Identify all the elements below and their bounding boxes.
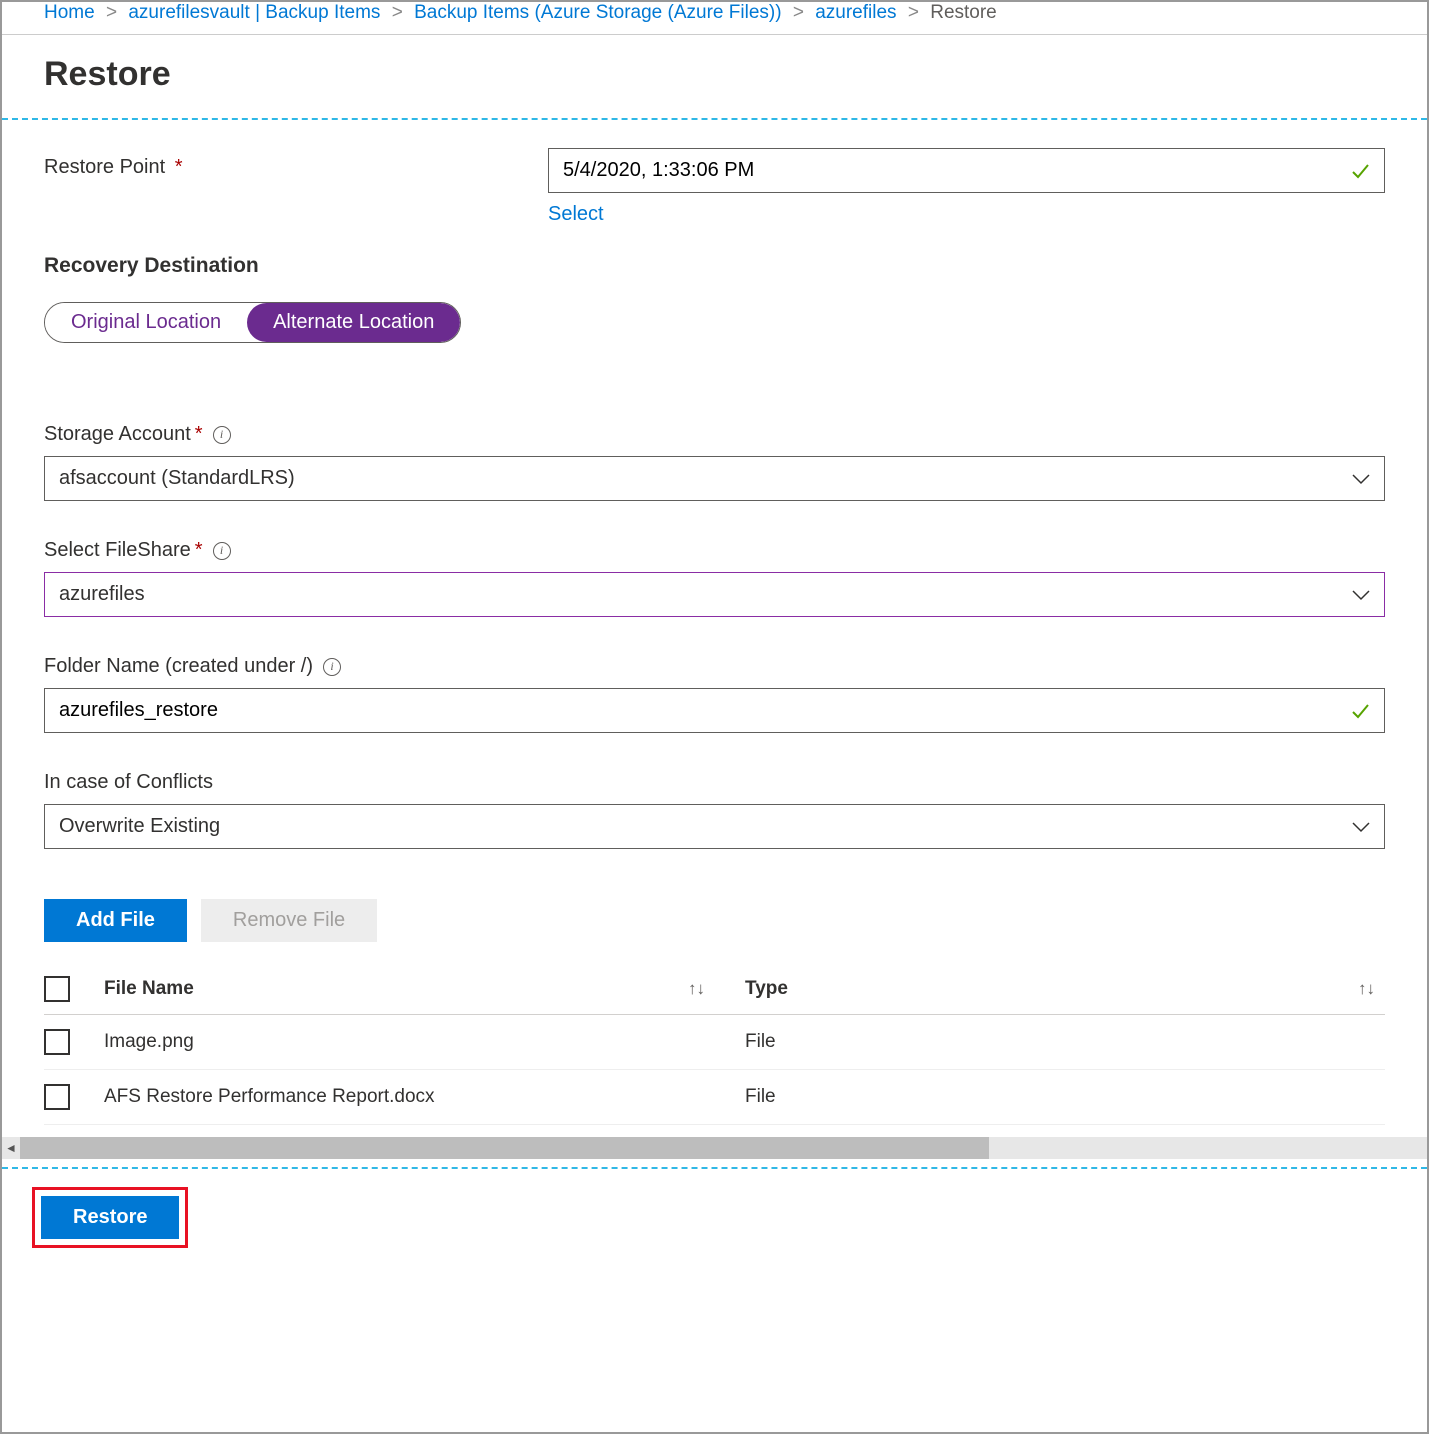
restore-button[interactable]: Restore	[41, 1196, 179, 1239]
fileshare-dropdown[interactable]: azurefiles	[44, 572, 1385, 617]
sort-icon[interactable]: ↑↓	[688, 979, 705, 999]
breadcrumb-link[interactable]: azurefilesvault | Backup Items	[128, 2, 380, 23]
breadcrumb-current: Restore	[930, 2, 997, 23]
required-indicator: *	[175, 156, 183, 178]
separator	[2, 1167, 1427, 1169]
conflicts-label: In case of Conflicts	[44, 771, 213, 794]
row-checkbox[interactable]	[44, 1084, 70, 1110]
restore-highlight: Restore	[32, 1187, 188, 1248]
column-header-type[interactable]: Type	[745, 978, 788, 1000]
file-type-cell: File	[745, 1086, 776, 1108]
separator	[2, 118, 1427, 120]
select-link[interactable]: Select	[548, 203, 604, 226]
chevron-right-icon: >	[908, 2, 919, 23]
column-header-filename[interactable]: File Name	[104, 978, 194, 1000]
breadcrumb-link[interactable]: azurefiles	[815, 2, 896, 23]
storage-account-label: Storage Account	[44, 423, 191, 446]
info-icon[interactable]: i	[213, 426, 231, 444]
recovery-destination-toggle: Original Location Alternate Location	[44, 302, 461, 343]
storage-account-dropdown[interactable]: afsaccount (StandardLRS)	[44, 456, 1385, 501]
info-icon[interactable]: i	[213, 542, 231, 560]
recovery-destination-label: Recovery Destination	[44, 254, 1385, 278]
page-title: Restore	[2, 55, 1427, 118]
sort-icon[interactable]: ↑↓	[1358, 979, 1375, 999]
chevron-right-icon: >	[793, 2, 804, 23]
chevron-right-icon: >	[106, 2, 117, 23]
table-row[interactable]: AFS Restore Performance Report.docx File	[44, 1070, 1385, 1125]
horizontal-scrollbar[interactable]: ◄	[2, 1137, 1427, 1159]
required-indicator: *	[195, 539, 203, 562]
breadcrumb-link[interactable]: Backup Items (Azure Storage (Azure Files…	[414, 2, 781, 23]
file-type-cell: File	[745, 1031, 776, 1053]
add-file-button[interactable]: Add File	[44, 899, 187, 942]
file-name-cell: Image.png	[104, 1031, 194, 1053]
select-all-checkbox[interactable]	[44, 976, 70, 1002]
breadcrumb-link[interactable]: Home	[44, 2, 95, 23]
info-icon[interactable]: i	[323, 658, 341, 676]
conflicts-dropdown[interactable]: Overwrite Existing	[44, 804, 1385, 849]
folder-name-input[interactable]	[44, 688, 1385, 733]
remove-file-button: Remove File	[201, 899, 377, 942]
fileshare-label: Select FileShare	[44, 539, 191, 562]
folder-name-label: Folder Name (created under /)	[44, 655, 313, 678]
row-checkbox[interactable]	[44, 1029, 70, 1055]
scrollbar-thumb[interactable]	[20, 1137, 989, 1159]
file-name-cell: AFS Restore Performance Report.docx	[104, 1086, 435, 1108]
required-indicator: *	[195, 423, 203, 446]
restore-point-input[interactable]	[548, 148, 1385, 193]
file-table: File Name ↑↓ Type ↑↓ Image.png File AFS …	[44, 964, 1385, 1125]
alternate-location-option[interactable]: Alternate Location	[247, 303, 460, 342]
restore-point-label: Restore Point	[44, 156, 165, 178]
breadcrumb: Home > azurefilesvault | Backup Items > …	[2, 2, 1427, 35]
table-row[interactable]: Image.png File	[44, 1015, 1385, 1070]
original-location-option[interactable]: Original Location	[45, 303, 247, 342]
scroll-left-icon[interactable]: ◄	[2, 1137, 20, 1159]
chevron-right-icon: >	[392, 2, 403, 23]
